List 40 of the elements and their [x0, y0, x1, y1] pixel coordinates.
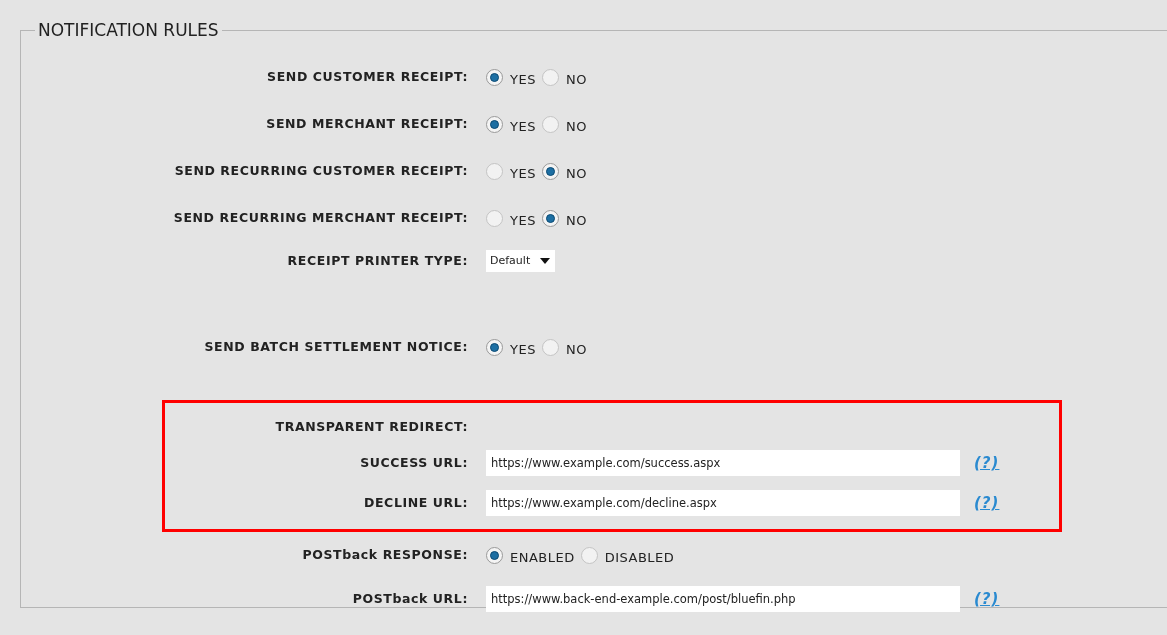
radio-button[interactable]: [541, 339, 559, 356]
field-label: SEND RECURRING CUSTOMER RECEIPT:: [173, 162, 469, 181]
caret-icon: [540, 258, 551, 264]
dropdown[interactable]: Default: [486, 250, 556, 272]
field-label: RECEIPT PRINTER TYPE:: [286, 251, 469, 270]
option-label: NO: [565, 341, 587, 360]
field-label: SEND BATCH SETTLEMENT NOTICE:: [203, 338, 469, 357]
radio-button[interactable]: [541, 210, 559, 227]
radio-button[interactable]: [486, 163, 503, 180]
field-label: SEND RECURRING MERCHANT RECEIPT:: [172, 209, 469, 228]
radio-button[interactable]: [541, 116, 559, 133]
option-label: NO: [565, 165, 587, 184]
radio-button[interactable]: [486, 339, 503, 356]
radio-button[interactable]: [486, 210, 503, 227]
option-label: NO: [565, 118, 587, 137]
option-label: YES: [510, 341, 536, 360]
radio-button[interactable]: [486, 116, 503, 133]
option-label: NO: [565, 212, 587, 231]
field-label: DECLINE URL:: [363, 493, 469, 512]
radio-button[interactable]: [541, 69, 559, 86]
field-label: POSTback URL:: [351, 589, 469, 608]
field-label: SEND CUSTOMER RECEIPT:: [266, 68, 469, 87]
url-field[interactable]: https://www.example.com/success.aspx: [486, 450, 960, 476]
option-label: DISABLED: [604, 549, 675, 568]
field-label: SEND MERCHANT RECEIPT:: [265, 115, 469, 134]
url-field[interactable]: https://www.example.com/decline.aspx: [486, 490, 960, 516]
option-label: NO: [565, 71, 587, 90]
radio-button[interactable]: [486, 69, 503, 86]
option-label: YES: [510, 165, 536, 184]
url-field[interactable]: https://www.back-end-example.com/post/bluefin.php: [486, 586, 960, 612]
option-label: YES: [510, 118, 536, 137]
radio-button[interactable]: [580, 547, 598, 564]
option-label: YES: [510, 71, 536, 90]
field-label: POSTback RESPONSE:: [301, 546, 469, 565]
field-label: TRANSPARENT REDIRECT:: [274, 417, 469, 436]
option-label: ENABLED: [510, 549, 575, 568]
radio-button[interactable]: [486, 547, 503, 564]
radio-button[interactable]: [541, 163, 559, 180]
option-label: YES: [510, 212, 536, 231]
field-label: SUCCESS URL:: [359, 453, 469, 472]
